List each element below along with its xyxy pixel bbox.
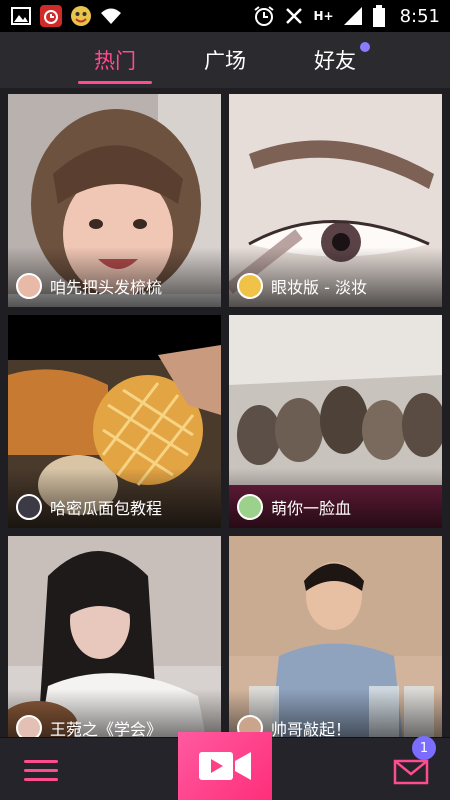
alarm-app-icon [40, 5, 62, 27]
tab-friends-label: 好友 [314, 49, 356, 73]
status-bar: H+ 8:51 [0, 0, 450, 32]
tab-friends[interactable]: 好友 [304, 32, 370, 88]
battery-icon [372, 5, 386, 27]
avatar [16, 273, 42, 299]
video-grid: 咱先把头发梳梳 眼妆版 - 淡妆 哈密瓜面包教程 萌你一脸血 王菀之《学会》 帅… [8, 94, 444, 749]
tab-hot-label: 热门 [94, 49, 136, 73]
tab-square[interactable]: 广场 [194, 32, 256, 88]
mute-icon [283, 5, 305, 27]
video-title: 咱先把头发梳梳 [50, 278, 163, 297]
video-card[interactable]: 眼妆版 - 淡妆 [229, 94, 442, 307]
bottom-bar: 1 [0, 732, 450, 800]
image-icon [10, 5, 32, 27]
top-tabs: 热门 广场 好友 [0, 32, 450, 88]
emoji-app-icon [70, 5, 92, 27]
new-indicator-dot [360, 42, 370, 52]
notification-badge: 1 [412, 736, 436, 760]
video-title: 眼妆版 - 淡妆 [271, 278, 367, 297]
menu-icon[interactable] [24, 754, 58, 784]
avatar [16, 494, 42, 520]
wifi-icon [100, 5, 122, 27]
video-card[interactable]: 帅哥敲起！ [229, 536, 442, 749]
video-camera-icon [199, 752, 251, 780]
video-card[interactable]: 王菀之《学会》 [8, 536, 221, 749]
video-title: 哈密瓜面包教程 [50, 499, 163, 518]
h-plus-signal-icon: H+ [313, 9, 334, 23]
tab-square-label: 广场 [204, 49, 246, 73]
video-card[interactable]: 萌你一脸血 [229, 315, 442, 528]
clock-time: 8:51 [399, 5, 440, 27]
signal-bars-icon [342, 5, 364, 27]
tab-hot[interactable]: 热门 [78, 32, 152, 88]
video-card-label: 萌你一脸血 [237, 494, 436, 520]
video-title: 萌你一脸血 [271, 499, 352, 518]
record-video-button[interactable] [178, 732, 272, 800]
video-card-label: 咱先把头发梳梳 [16, 273, 215, 299]
video-card[interactable]: 咱先把头发梳梳 [8, 94, 221, 307]
video-card[interactable]: 哈密瓜面包教程 [8, 315, 221, 528]
avatar [237, 273, 263, 299]
alarm-clock-icon [253, 5, 275, 27]
video-card-label: 哈密瓜面包教程 [16, 494, 215, 520]
avatar [237, 494, 263, 520]
video-card-label: 眼妆版 - 淡妆 [237, 273, 436, 299]
